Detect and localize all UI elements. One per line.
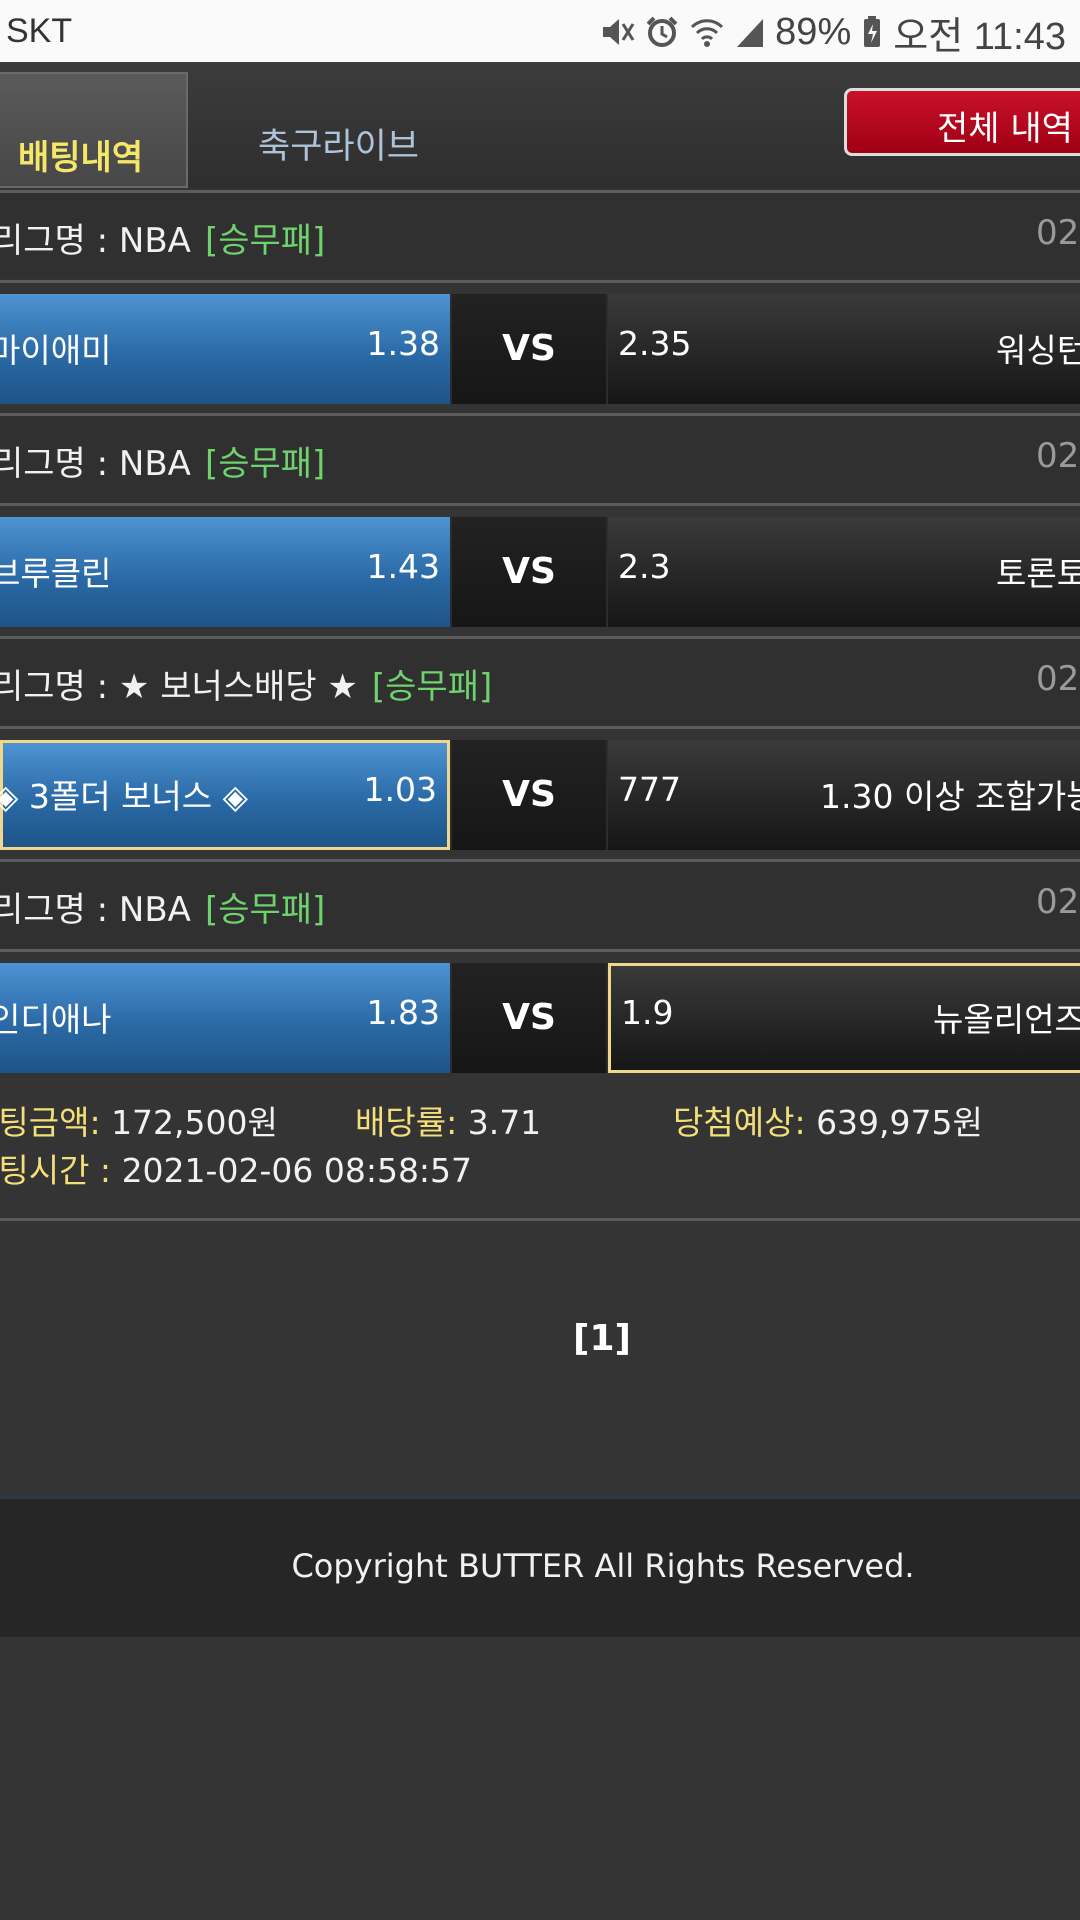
away-team-name: 뉴올리언즈: [933, 1000, 1080, 1039]
away-team-button[interactable]: 2.35 워싱턴: [608, 294, 1080, 404]
home-odds: 1.83: [366, 993, 440, 1032]
page-link-1[interactable]: [1]: [573, 1318, 631, 1359]
away-odds: 2.35: [618, 324, 692, 363]
match-row: 인디애나 1.83 VS 1.9 뉴올리언즈: [0, 963, 1080, 1073]
home-team-button[interactable]: 브루클린 1.43: [0, 517, 450, 627]
vs-label: VS: [452, 740, 606, 850]
bet-type-tag: [승무패]: [204, 444, 326, 484]
league-header: 리그명 : NBA [승무패] 02-: [0, 416, 1080, 502]
match-date: 02-: [1036, 659, 1080, 699]
divider: [0, 1218, 1080, 1221]
battery-percent: 89%: [775, 10, 852, 53]
away-odds: 777: [618, 770, 681, 809]
home-odds: 1.38: [366, 324, 440, 363]
status-bar: SKT 89% 오전 11:43: [0, 0, 1080, 62]
divider: [0, 503, 1080, 506]
vs-label: VS: [452, 294, 606, 404]
match-date: 02-: [1036, 436, 1080, 476]
wifi-icon: [691, 19, 724, 47]
match-row: ◈ 3폴더 보너스 ◈ 1.03 VS 777 1.30 이상 조합가능: [0, 740, 1080, 850]
home-team-button[interactable]: 인디애나 1.83: [0, 963, 450, 1073]
home-team-name: 인디애나: [0, 1000, 112, 1039]
bet-amount: 배팅금액: 172,500원: [0, 1103, 278, 1142]
odds-rate: 배당률: 3.71: [355, 1103, 542, 1142]
vs-label: VS: [452, 517, 606, 627]
away-team-name: 워싱턴: [996, 331, 1080, 370]
league-header: 리그명 : NBA [승무패] 02-: [0, 862, 1080, 948]
home-team-button[interactable]: ◈ 3폴더 보너스 ◈ 1.03: [0, 740, 450, 850]
alarm-icon: [646, 16, 678, 47]
delete-all-button-label: 전체 내역 삭: [937, 109, 1080, 149]
match-date: 02-: [1036, 213, 1080, 253]
clock: 오전 11:43: [893, 15, 1066, 58]
status-icons: 89% 오전 11:43: [599, 10, 1066, 58]
away-odds: 2.3: [618, 547, 671, 586]
away-team-button[interactable]: 777 1.30 이상 조합가능: [608, 740, 1080, 850]
bet-type-tag: [승무패]: [204, 890, 326, 930]
bet-summary: 배팅금액: 172,500원 배당률: 3.71 당첨예상: 639,975원 …: [0, 1090, 1080, 1218]
divider: [0, 949, 1080, 952]
divider: [0, 726, 1080, 729]
away-odds: 1.9: [621, 993, 674, 1032]
home-team-name: ◈ 3폴더 보너스 ◈: [0, 777, 249, 816]
tab-soccer-live[interactable]: 축구라이브: [258, 118, 419, 169]
bet-time: 배팅시간 : 2021-02-06 08:58:57: [0, 1151, 473, 1190]
match-row: 브루클린 1.43 VS 2.3 토론토: [0, 517, 1080, 627]
signal-icon: [737, 19, 764, 47]
vs-label: VS: [452, 963, 606, 1073]
footer: Copyright BUTTER All Rights Reserved.: [0, 1496, 1080, 1637]
pagination: [1]: [0, 1318, 1080, 1359]
away-team-name: 토론토: [996, 554, 1080, 593]
away-team-name: 1.30 이상 조합가능: [820, 777, 1080, 816]
divider: [0, 280, 1080, 283]
carrier-label: SKT: [6, 12, 73, 50]
league-header: 리그명 : ★ 보너스배당 ★ [승무패] 02-: [0, 639, 1080, 725]
match-row: 마이애미 1.38 VS 2.35 워싱턴: [0, 294, 1080, 404]
league-name: 리그명 : NBA: [0, 890, 191, 930]
home-odds: 1.43: [366, 547, 440, 586]
home-team-button[interactable]: 마이애미 1.38: [0, 294, 450, 404]
away-team-button[interactable]: 1.9 뉴올리언즈: [608, 963, 1080, 1073]
league-name: 리그명 : ★ 보너스배당 ★: [0, 667, 358, 707]
mute-icon: [603, 19, 635, 45]
league-name: 리그명 : NBA: [0, 444, 191, 484]
expected-payout: 당첨예상: 639,975원: [673, 1103, 983, 1142]
league-header: 리그명 : NBA [승무패] 02-: [0, 193, 1080, 279]
away-team-button[interactable]: 2.3 토론토: [608, 517, 1080, 627]
delete-all-button[interactable]: 전체 내역 삭: [844, 88, 1080, 156]
bet-type-tag: [승무패]: [204, 221, 326, 261]
tab-bet-history[interactable]: 배팅내역: [0, 72, 188, 188]
tab-bar: 배팅내역 축구라이브 전체 내역 삭: [0, 62, 1080, 188]
home-team-name: 브루클린: [0, 554, 112, 593]
match-date: 02-: [1036, 882, 1080, 922]
home-team-name: 마이애미: [0, 331, 112, 370]
league-name: 리그명 : NBA: [0, 221, 191, 261]
tab-bet-history-label: 배팅내역: [18, 138, 144, 178]
bet-type-tag: [승무패]: [371, 667, 493, 707]
home-odds: 1.03: [363, 770, 437, 809]
battery-icon: [864, 16, 881, 47]
copyright-text: Copyright BUTTER All Rights Reserved.: [291, 1547, 915, 1585]
